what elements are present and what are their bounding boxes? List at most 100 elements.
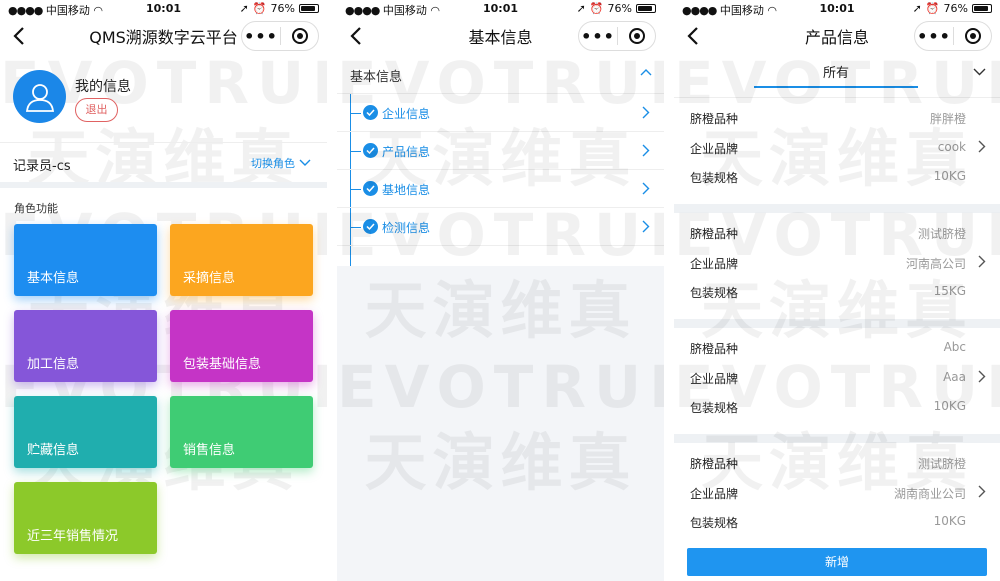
chevron-right-icon <box>978 485 986 498</box>
field-value: 河南高公司 <box>905 257 966 271</box>
product-field-variety: 脐橙品种 胖胖橙 <box>674 106 1000 130</box>
check-circle-icon <box>363 219 378 234</box>
product-card[interactable]: 脐橙品种 胖胖橙企业品牌 cook 包装规格 10KG <box>674 98 1000 204</box>
field-value: cook <box>937 140 966 154</box>
close-mini-program-icon[interactable] <box>291 27 309 45</box>
field-value: 10KG <box>933 169 966 183</box>
location-icon: ➚ <box>912 2 922 15</box>
tile-sales-info[interactable]: 销售信息 <box>170 396 313 468</box>
field-label: 包装规格 <box>690 516 739 530</box>
profile-name: 我的信息 <box>75 79 131 95</box>
alarm-icon: ⏰ <box>925 2 940 15</box>
profile-section: 我的信息 退出 <box>0 54 327 142</box>
check-circle-icon <box>363 181 378 196</box>
filter-selected[interactable]: 所有 <box>754 62 918 88</box>
chevron-right-icon <box>642 182 650 195</box>
switch-role-button[interactable]: 切换角色 <box>251 155 311 171</box>
tree-item-company[interactable]: 企业信息 <box>337 94 664 132</box>
more-icon[interactable]: ••• <box>579 27 617 46</box>
location-icon: ➚ <box>576 2 586 15</box>
logout-button[interactable]: 退出 <box>75 98 118 122</box>
product-field-variety: 脐橙品种 测试脐橙 <box>674 451 1000 475</box>
role-name: 记录员-cs <box>13 159 71 174</box>
status-bar: ●●●● 中国移动 ◠ 10:01 ➚ ⏰ 76% <box>674 0 1000 18</box>
screen-basic-info: EVOTRUE天演维真 EVOTRUE天演维真 EVOTRUE天演维真 ●●●●… <box>337 0 664 581</box>
battery-percent: 76% <box>943 2 968 15</box>
tile-three-year-sales[interactable]: 近三年销售情况 <box>14 482 157 554</box>
mini-program-capsule: ••• <box>578 21 656 51</box>
tree-item-product[interactable]: 产品信息 <box>337 132 664 170</box>
field-label: 脐橙品种 <box>690 342 739 356</box>
more-icon[interactable]: ••• <box>915 27 953 46</box>
product-card[interactable]: 脐橙品种 Abc 企业品牌 Aaa 包装规格 10KG <box>674 328 1000 434</box>
product-field-spec: 包装规格 10KG <box>674 165 1000 189</box>
close-mini-program-icon[interactable] <box>964 27 982 45</box>
screen-home: EVOTRUE 天演维真 EVOTRUE 天演维真 EVOTRUE 天演维真 ●●●●… <box>0 0 327 581</box>
add-button[interactable]: 新增 <box>687 548 987 576</box>
product-field-variety: 脐橙品种 Abc <box>674 336 1000 360</box>
tile-basic-info[interactable]: 基本信息 <box>14 224 157 296</box>
chevron-right-icon <box>642 144 650 157</box>
field-value: 湖南商业公司 <box>893 487 966 501</box>
product-card[interactable]: 脐橙品种 测试脐橙企业品牌 河南高公司包装规格 15KG <box>674 213 1000 319</box>
more-icon[interactable]: ••• <box>242 27 280 46</box>
field-value: Aaa <box>943 370 966 384</box>
product-field-brand: 企业品牌 Aaa <box>674 366 1000 390</box>
alarm-icon: ⏰ <box>252 2 267 15</box>
section-label: 角色功能 <box>14 202 58 215</box>
location-icon: ➚ <box>239 2 249 15</box>
nav-bar: QMS溯源数字云平台 ••• <box>0 18 327 54</box>
chevron-down-icon[interactable] <box>973 68 986 76</box>
section-header[interactable]: 基本信息 <box>337 54 664 94</box>
product-field-brand: 企业品牌 湖南商业公司 <box>674 481 1000 505</box>
field-label: 企业品牌 <box>690 142 739 156</box>
product-field-spec: 包装规格 15KG <box>674 280 1000 304</box>
field-label: 包装规格 <box>690 171 739 185</box>
battery-icon <box>636 4 656 13</box>
field-label: 脐橙品种 <box>690 112 739 126</box>
tree-item-base[interactable]: 基地信息 <box>337 170 664 208</box>
battery-percent: 76% <box>270 2 295 15</box>
close-mini-program-icon[interactable] <box>628 27 646 45</box>
product-field-brand: 企业品牌 河南高公司 <box>674 251 1000 275</box>
chevron-right-icon <box>978 255 986 268</box>
chevron-right-icon <box>642 106 650 119</box>
product-filter[interactable]: 所有 <box>674 54 1000 98</box>
tile-processing-info[interactable]: 加工信息 <box>14 310 157 382</box>
field-label: 企业品牌 <box>690 257 739 271</box>
product-field-spec: 包装规格 10KG <box>674 510 1000 534</box>
field-value: 10KG <box>933 514 966 528</box>
tree-item-inspection[interactable]: 检测信息 <box>337 208 664 246</box>
product-card[interactable]: 脐橙品种 测试脐橙企业品牌 湖南商业公司包装规格 10KG <box>674 443 1000 549</box>
product-field-variety: 脐橙品种 测试脐橙 <box>674 221 1000 245</box>
field-label: 脐橙品种 <box>690 227 739 241</box>
chevron-right-icon <box>642 220 650 233</box>
chevron-down-icon <box>299 159 311 166</box>
status-bar: ●●●● 中国移动 ◠ 10:01 ➚ ⏰ 76% <box>337 0 664 18</box>
chevron-right-icon <box>978 370 986 383</box>
product-field-brand: 企业品牌 cook <box>674 136 1000 160</box>
tile-storage-info[interactable]: 贮藏信息 <box>14 396 157 468</box>
check-circle-icon <box>363 143 378 158</box>
mini-program-capsule: ••• <box>914 21 992 51</box>
screen-product-info: ●●●● 中国移动 ◠ 10:01 ➚ ⏰ 76% 产品信息 ••• 所有 脐橙… <box>674 0 1000 581</box>
field-label: 包装规格 <box>690 401 739 415</box>
field-value: Abc <box>943 340 966 354</box>
mini-program-capsule: ••• <box>241 21 319 51</box>
info-tree: 企业信息 产品信息 基地信息 检测信息 <box>337 94 664 266</box>
user-icon <box>25 83 54 112</box>
avatar <box>13 70 66 123</box>
field-label: 企业品牌 <box>690 487 739 501</box>
check-circle-icon <box>363 105 378 120</box>
battery-icon <box>299 4 319 13</box>
product-field-spec: 包装规格 10KG <box>674 395 1000 419</box>
field-value: 10KG <box>933 399 966 413</box>
alarm-icon: ⏰ <box>589 2 604 15</box>
status-bar: ●●●● 中国移动 ◠ 10:01 ➚ ⏰ 76% <box>0 0 327 18</box>
field-label: 脐橙品种 <box>690 457 739 471</box>
tile-packaging-info[interactable]: 包装基础信息 <box>170 310 313 382</box>
tile-picking-info[interactable]: 采摘信息 <box>170 224 313 296</box>
section-title: 基本信息 <box>350 70 403 85</box>
field-value: 15KG <box>933 284 966 298</box>
chevron-up-icon <box>640 69 652 76</box>
